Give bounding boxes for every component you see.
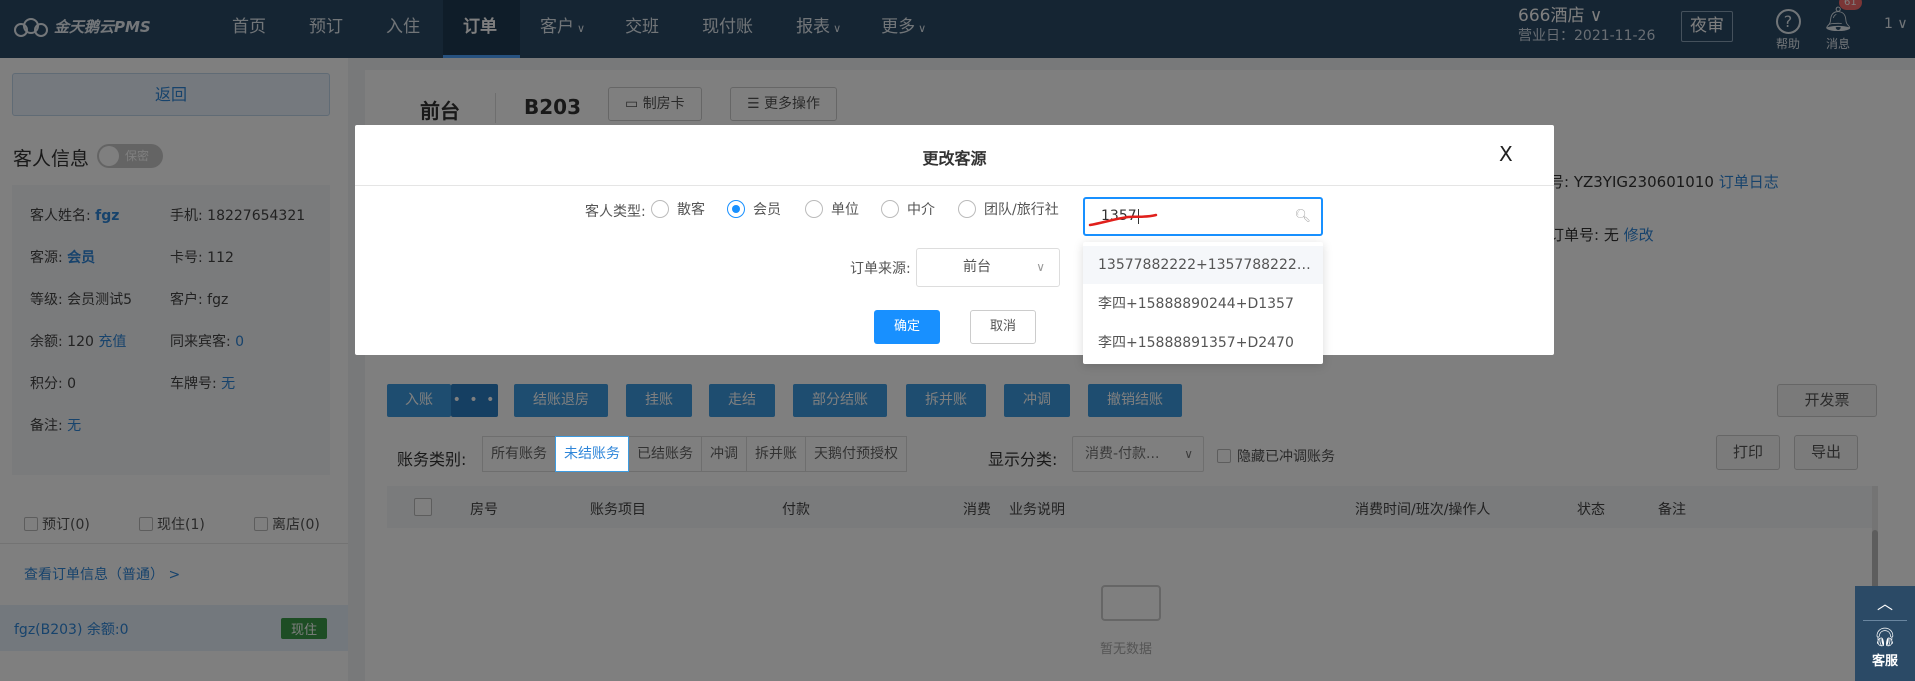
red-annotation-mark bbox=[1088, 213, 1158, 227]
close-icon[interactable]: X bbox=[1499, 142, 1513, 166]
change-source-dialog: 更改客源 X bbox=[355, 125, 1554, 355]
suggestion-item[interactable]: 13577882222+13577882222+D1357 bbox=[1083, 246, 1323, 284]
cancel-button[interactable]: 取消 bbox=[970, 310, 1036, 344]
chevron-down-icon: ∨ bbox=[1036, 260, 1045, 274]
radio-circle[interactable] bbox=[805, 200, 823, 218]
customer-service-button[interactable]: ︿ 🎧︎ 客服 bbox=[1855, 586, 1915, 681]
radio-agent[interactable]: 中介 bbox=[881, 199, 935, 219]
suggestion-item[interactable]: 李四+15888890244+D1357 bbox=[1083, 285, 1323, 323]
radio-circle[interactable] bbox=[958, 200, 976, 218]
suggestion-item[interactable]: 李四+15888891357+D2470 bbox=[1083, 324, 1323, 362]
order-source-select[interactable]: 前台 ∨ bbox=[916, 248, 1060, 287]
radio-group-agency[interactable]: 团队/旅行社 bbox=[958, 199, 1059, 219]
order-source-label: 订单来源: bbox=[850, 261, 911, 277]
radio-circle[interactable] bbox=[651, 200, 669, 218]
divider bbox=[355, 185, 1554, 186]
radio-circle[interactable] bbox=[727, 200, 745, 218]
headset-icon: 🎧︎ bbox=[1873, 627, 1897, 648]
segment-unsettled[interactable]: 未结账务 bbox=[555, 436, 629, 472]
chevron-up-icon: ︿ bbox=[1876, 594, 1893, 613]
radio-walk-in[interactable]: 散客 bbox=[651, 199, 705, 219]
guest-type-label: 客人类型: bbox=[585, 204, 646, 220]
radio-company[interactable]: 单位 bbox=[805, 199, 859, 219]
search-icon: 🔍︎ bbox=[1294, 209, 1311, 224]
confirm-button[interactable]: 确定 bbox=[874, 310, 940, 344]
suggestion-dropdown: 13577882222+13577882222+D1357 李四+1588889… bbox=[1083, 242, 1323, 364]
divider bbox=[1863, 620, 1907, 621]
dialog-title: 更改客源 bbox=[922, 149, 987, 168]
radio-circle[interactable] bbox=[881, 200, 899, 218]
radio-member[interactable]: 会员 bbox=[727, 199, 781, 219]
